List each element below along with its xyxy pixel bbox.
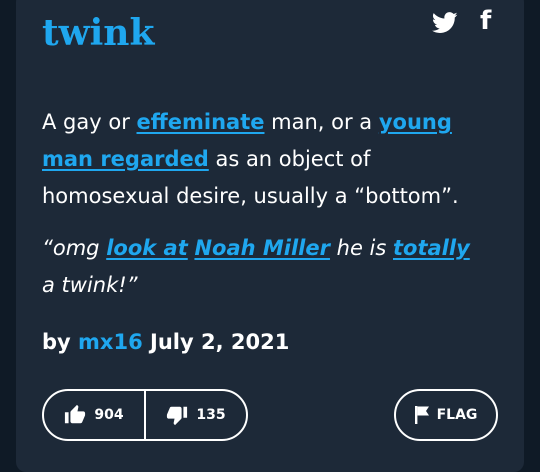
twitter-share-button[interactable]: [431, 12, 458, 34]
facebook-f-icon: f: [480, 6, 492, 36]
twitter-bird-icon: [431, 12, 458, 33]
meaning-text: man, or a: [264, 110, 379, 134]
thumbs-down-icon: [167, 406, 188, 426]
example-text: a twink!”: [42, 273, 138, 297]
byline-prefix: by: [42, 330, 71, 354]
downvote-count: 135: [196, 407, 226, 423]
byline: by mx16 July 2, 2021: [42, 330, 289, 354]
facebook-share-button[interactable]: f: [480, 6, 496, 36]
upvote-button[interactable]: 904: [44, 391, 144, 439]
author-link[interactable]: mx16: [78, 330, 143, 354]
flag-label: FLAG: [436, 407, 478, 423]
example-text: he is: [329, 236, 393, 260]
meaning-link-effeminate[interactable]: effeminate: [137, 110, 265, 134]
flag-icon: [414, 406, 429, 424]
definition-example: “omg look at Noah Miller he is totally a…: [42, 230, 482, 304]
downvote-button[interactable]: 135: [146, 391, 246, 439]
example-link-totally[interactable]: totally: [393, 236, 470, 260]
upvote-count: 904: [94, 407, 124, 423]
example-link-noah-miller[interactable]: Noah Miller: [194, 236, 330, 260]
flag-button[interactable]: FLAG: [394, 389, 498, 441]
meaning-text: A gay or: [42, 110, 137, 134]
definition-word[interactable]: twink: [42, 12, 154, 54]
example-text: “omg: [42, 236, 107, 260]
vote-buttons: 904 135: [42, 389, 248, 441]
definition-meaning: A gay or effeminate man, or a young man …: [42, 104, 502, 215]
byline-date: July 2, 2021: [150, 330, 290, 354]
example-link-look-at[interactable]: look at: [106, 236, 188, 260]
thumbs-up-icon: [65, 404, 86, 424]
